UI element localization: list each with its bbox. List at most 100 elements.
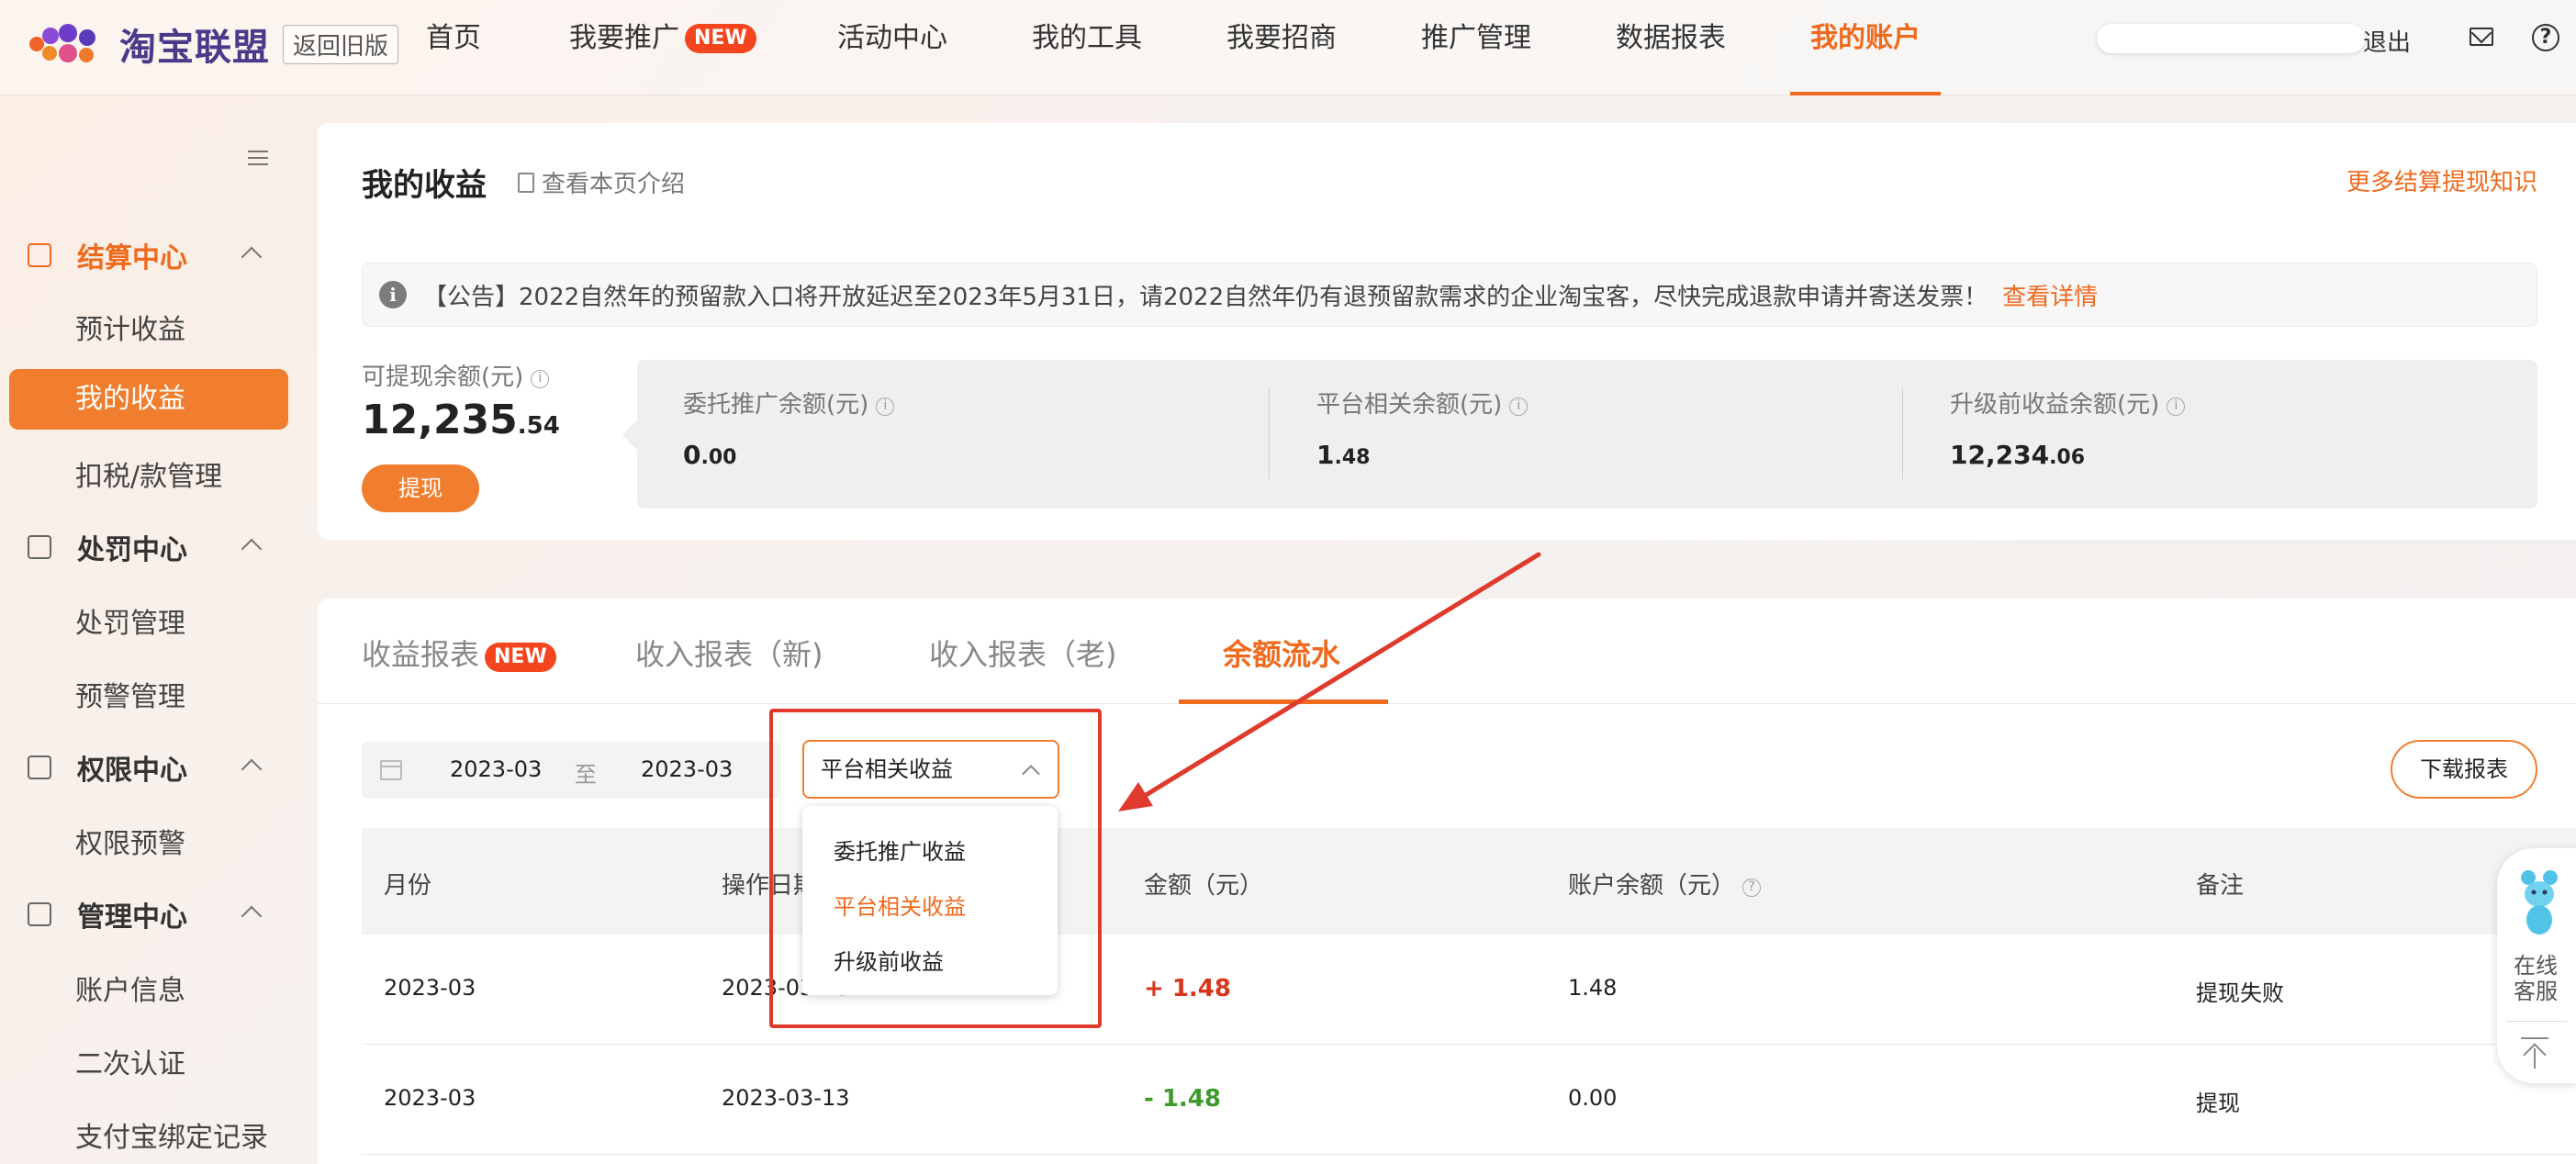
sidebar-group-settlement[interactable]: 结算中心 bbox=[28, 235, 187, 275]
chevron-up-icon[interactable] bbox=[241, 538, 263, 560]
sub-balance-value: 0.00 bbox=[683, 440, 894, 470]
tab-income-report[interactable]: 收益报表 NEW bbox=[362, 632, 556, 674]
sidebar-item-account-info[interactable]: 账户信息 bbox=[75, 968, 185, 1008]
tab-revenue-report-old[interactable]: 收入报表（老) bbox=[929, 632, 1117, 674]
sidebar-group-permission[interactable]: 权限中心 bbox=[28, 747, 187, 788]
sub-balance-label-text: 平台相关余额(元) bbox=[1316, 391, 1503, 419]
nav-promote[interactable]: 我要推广 NEW bbox=[569, 0, 756, 95]
sidebar-group-label: 结算中心 bbox=[77, 242, 187, 274]
back-to-top-stem bbox=[2534, 1048, 2536, 1069]
sidebar-item-permission-warning[interactable]: 权限预警 bbox=[75, 821, 185, 861]
sidebar-item-warning-manage[interactable]: 预警管理 bbox=[75, 674, 185, 714]
online-service-float[interactable]: 在线客服 bbox=[2497, 848, 2576, 1083]
cell-amount: + 1.48 bbox=[1144, 975, 1231, 1002]
date-separator: 至 bbox=[575, 762, 597, 788]
sub-balance-label: 委托推广余额(元) i bbox=[683, 386, 895, 420]
question-icon[interactable]: ? bbox=[1742, 879, 1762, 897]
column-header: 月份 bbox=[384, 872, 432, 900]
nav-my-account[interactable]: 我的账户 bbox=[1790, 0, 1941, 95]
info-circle-icon[interactable]: i bbox=[2167, 397, 2186, 416]
table-row: 2023-03 2023-03-13 + 1.48 1.48 提现失败 bbox=[362, 935, 2576, 1045]
table-row: 2023-03 2023-03-13 - 1.48 0.00 提现 bbox=[362, 1045, 2576, 1155]
sub-balance-dec: .00 bbox=[700, 446, 737, 469]
cell-amount: - 1.48 bbox=[1144, 1085, 1221, 1113]
cell-month: 2023-03 bbox=[384, 975, 476, 1001]
notice-detail-link[interactable]: 查看详情 bbox=[2002, 278, 2098, 312]
active-tab-indicator bbox=[1179, 700, 1388, 704]
cell-note: 提现 bbox=[2196, 1091, 2240, 1116]
logout-link[interactable]: 退出 bbox=[2363, 24, 2411, 58]
document-icon bbox=[518, 172, 534, 193]
sidebar-group-penalty[interactable]: 处罚中心 bbox=[28, 527, 187, 567]
available-balance-label-text: 可提现余额(元) bbox=[362, 364, 524, 391]
chevron-up-icon[interactable] bbox=[241, 905, 263, 927]
sidebar-item-estimated-income[interactable]: 预计收益 bbox=[75, 307, 185, 347]
logo-mark-icon bbox=[29, 24, 106, 64]
sub-balance-value: 12,234.06 bbox=[1950, 440, 2185, 470]
date-from[interactable]: 2023-03 bbox=[450, 756, 542, 782]
cell-date: 2023-03-13 bbox=[722, 1085, 850, 1111]
sidebar-group-label: 处罚中心 bbox=[77, 534, 187, 566]
logo[interactable]: 淘宝联盟 返回旧版 bbox=[29, 15, 399, 73]
tab-label: 收益报表 bbox=[362, 637, 480, 672]
sidebar-item-my-income[interactable]: 我的收益 bbox=[9, 369, 288, 430]
entrusted-balance: 委托推广余额(元) i 0.00 bbox=[683, 386, 895, 470]
old-version-button[interactable]: 返回旧版 bbox=[283, 24, 399, 64]
wallet-icon bbox=[28, 243, 51, 267]
nav-data-report[interactable]: 数据报表 bbox=[1616, 0, 1726, 95]
sidebar-item-alipay-binding[interactable]: 支付宝绑定记录 bbox=[75, 1114, 268, 1155]
column-header: 金额（元） bbox=[1144, 872, 1264, 900]
sidebar-item-penalty-manage[interactable]: 处罚管理 bbox=[75, 600, 185, 641]
available-balance-dec: .54 bbox=[517, 412, 560, 440]
online-service-label: 在线客服 bbox=[2514, 953, 2558, 1004]
sub-balance-int: 0 bbox=[683, 440, 701, 470]
nav-merchant[interactable]: 我要招商 bbox=[1226, 0, 1337, 95]
tab-balance-flow[interactable]: 余额流水 bbox=[1223, 632, 1340, 674]
notice-bar: i 【公告】2022自然年的预留款入口将开放延迟至2023年5月31日，请202… bbox=[362, 263, 2537, 327]
withdraw-button[interactable]: 提现 bbox=[362, 464, 479, 512]
printer-icon bbox=[28, 902, 51, 926]
chevron-up-icon[interactable] bbox=[241, 758, 263, 780]
info-circle-icon[interactable]: i bbox=[531, 370, 550, 388]
income-summary-card: 我的收益 查看本页介绍 更多结算提现知识 i 【公告】2022自然年的预留款入口… bbox=[318, 123, 2576, 540]
date-to[interactable]: 2023-03 bbox=[641, 756, 733, 782]
menu-collapse-icon[interactable] bbox=[248, 151, 268, 165]
nav-my-tools[interactable]: 我的工具 bbox=[1032, 0, 1142, 95]
info-circle-icon[interactable]: i bbox=[876, 397, 895, 416]
cell-balance: 1.48 bbox=[1568, 975, 1618, 1001]
balance-flow-table: 月份 操作日期 金额（元） 账户余额（元）? 备注 2023-03 2023-0… bbox=[362, 828, 2576, 1155]
help-icon[interactable]: ? bbox=[2532, 24, 2559, 51]
new-badge: NEW bbox=[485, 643, 556, 672]
nav-home[interactable]: 首页 bbox=[426, 0, 481, 95]
more-knowledge-link[interactable]: 更多结算提现知识 bbox=[2346, 163, 2537, 197]
sub-balance-int: 1 bbox=[1316, 440, 1335, 470]
cell-note: 提现失败 bbox=[2196, 980, 2284, 1006]
chevron-up-icon[interactable] bbox=[241, 246, 263, 268]
mail-icon[interactable] bbox=[2470, 28, 2493, 46]
annotation-highlight-box bbox=[769, 709, 1102, 1028]
page-root: 淘宝联盟 返回旧版 首页 我要推广 NEW 活动中心 我的工具 我要招商 推广管理… bbox=[0, 0, 2576, 1164]
sub-balance-panel: 委托推广余额(元) i 0.00 平台相关余额(元) i 1.48 升级前收益余额(… bbox=[622, 360, 2537, 509]
column-header: 账户余额（元）? bbox=[1568, 867, 1762, 901]
download-report-button[interactable]: 下载报表 bbox=[2391, 740, 2537, 799]
user-name-pill[interactable] bbox=[2097, 24, 2365, 53]
document-icon bbox=[28, 535, 51, 559]
sub-balance-label-text: 委托推广余额(元) bbox=[683, 391, 869, 419]
sub-balance-int: 12,234 bbox=[1950, 440, 2050, 470]
tab-revenue-report-new[interactable]: 收入报表（新) bbox=[635, 632, 823, 674]
page-intro-link[interactable]: 查看本页介绍 bbox=[518, 165, 685, 199]
nav-promotion-manage[interactable]: 推广管理 bbox=[1421, 0, 1531, 95]
column-header: 备注 bbox=[2196, 872, 2245, 900]
month-range-picker[interactable]: 2023-03 至 2023-03 bbox=[362, 742, 780, 799]
sidebar-item-second-auth[interactable]: 二次认证 bbox=[75, 1041, 185, 1081]
sub-balance-label: 平台相关余额(元) i bbox=[1316, 386, 1529, 420]
nav-activity-center[interactable]: 活动中心 bbox=[837, 0, 947, 95]
permission-icon bbox=[28, 755, 51, 779]
sidebar-item-tax-manage[interactable]: 扣税/款管理 bbox=[75, 453, 222, 494]
info-circle-icon[interactable]: i bbox=[1509, 397, 1529, 416]
page-intro-label: 查看本页介绍 bbox=[542, 171, 686, 198]
sidebar-group-management[interactable]: 管理中心 bbox=[28, 894, 187, 935]
divider bbox=[1902, 387, 1903, 479]
info-icon: i bbox=[379, 281, 407, 308]
platform-balance: 平台相关余额(元) i 1.48 bbox=[1316, 386, 1529, 470]
